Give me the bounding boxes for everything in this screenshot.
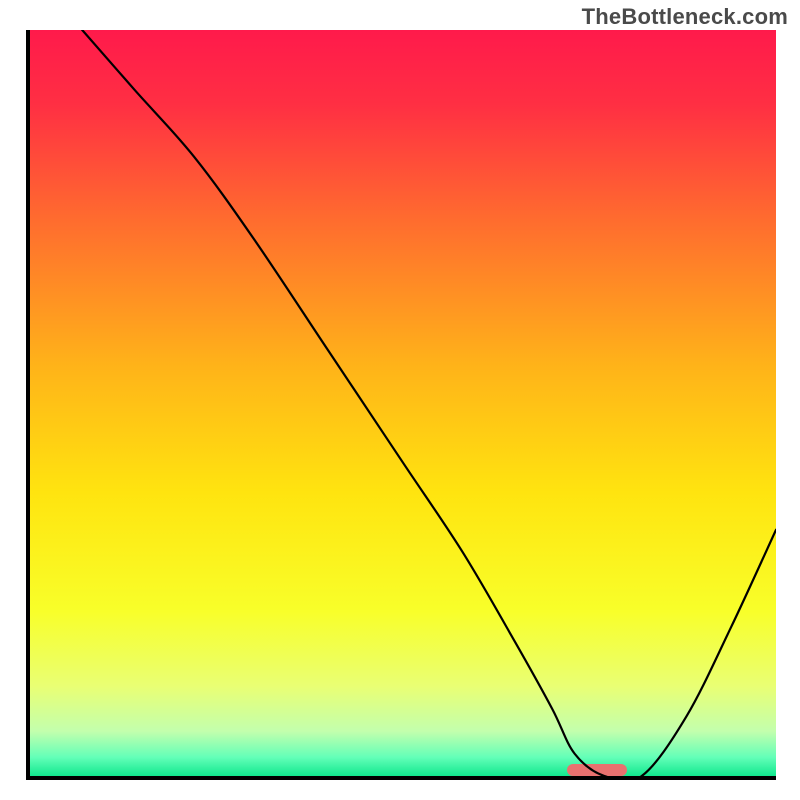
plot-area [30,30,776,776]
curve-path [82,30,776,776]
axes-border [26,30,776,780]
watermark-text: TheBottleneck.com [582,4,788,30]
bottleneck-curve [30,30,776,776]
chart-frame: TheBottleneck.com [0,0,800,800]
